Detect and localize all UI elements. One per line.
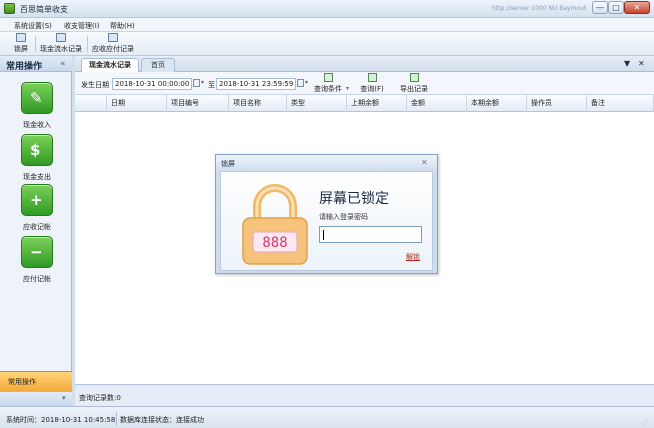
cash-flow-record-label: 现金流水记录	[40, 45, 82, 53]
lock-digits: 888	[262, 235, 287, 251]
column-header[interactable]: 日期	[107, 95, 167, 112]
padlock-icon: 888	[242, 184, 308, 265]
menu-bar: 系统设置(S) 收支管理(I) 帮助(H)	[0, 18, 654, 32]
dialog-body: 888 屏幕已锁定 请输入登录密码 解锁	[220, 171, 433, 271]
password-prompt: 请输入登录密码	[319, 213, 368, 221]
sidebar-section-common-ops[interactable]: 常用操作	[0, 371, 72, 391]
column-header[interactable]: 类型	[287, 95, 347, 112]
sidebar-item-cash-income[interactable]: ✎ 现金收入	[10, 82, 64, 130]
menu-system-settings[interactable]: 系统设置(S)	[14, 21, 52, 31]
db-connection-status: 数据库连接状态：连接成功	[120, 416, 204, 424]
password-input[interactable]	[319, 226, 422, 243]
sidebar-item-label: 应付记帐	[23, 275, 51, 283]
column-header[interactable]: 金额	[407, 95, 467, 112]
window-title-extra: http://server:1000 NU Baymout	[492, 5, 587, 12]
export-button[interactable]: 导出记录	[397, 73, 431, 95]
query-icon	[367, 73, 377, 82]
lock-heading: 屏幕已锁定	[319, 191, 389, 207]
sidebar-item-receivable[interactable]: + 应收记帐	[10, 184, 64, 232]
status-divider	[116, 412, 117, 425]
app-icon	[4, 3, 15, 14]
column-header[interactable]: 本期余额	[467, 95, 527, 112]
export-label: 导出记录	[400, 85, 428, 93]
sidebar-section-label: 常用操作	[8, 378, 36, 386]
query-conditions-button[interactable]: 查询条件	[311, 73, 345, 95]
title-bar: 百思简单收支 http://server:1000 NU Baymout — □…	[0, 0, 654, 18]
filter-bar: 发生日期 2018-10-31 00:00:00 ▾ 至 2018-10-31 …	[75, 72, 654, 95]
cash-flow-record-button[interactable]: 现金流水记录	[38, 33, 84, 55]
column-header[interactable]: 项目编号	[167, 95, 229, 112]
text-caret	[323, 230, 324, 240]
lock-screen-dialog: 锁屏 ✕ 888 屏幕已锁定 请输入登录密码 解锁	[215, 154, 438, 274]
export-icon	[409, 73, 419, 82]
chevron-down-icon[interactable]: ▾	[201, 79, 204, 86]
column-header[interactable]: 操作员	[527, 95, 587, 112]
column-header[interactable]: 备注	[587, 95, 654, 112]
minimize-button[interactable]: —	[592, 1, 608, 14]
column-header[interactable]: 上期余额	[347, 95, 407, 112]
lock-screen-button[interactable]: 锁屏	[10, 33, 32, 55]
menu-help[interactable]: 帮助(H)	[110, 21, 135, 31]
cash-flow-icon	[56, 33, 66, 42]
sidebar-footer: ▾	[0, 391, 72, 406]
system-time: 系统时间：2018-10-31 10:45:58	[6, 416, 116, 424]
unlock-link[interactable]: 解锁	[406, 252, 420, 262]
date-from-label: 发生日期	[81, 81, 109, 89]
cash-expense-icon: $	[21, 134, 53, 166]
tab-cash-flow-record[interactable]: 现金流水记录	[81, 58, 139, 72]
window-title: 百思简单收支	[20, 5, 68, 14]
lock-icon	[16, 33, 26, 42]
sidebar-item-payable[interactable]: − 应付记帐	[10, 236, 64, 284]
sidebar-item-cash-expense[interactable]: $ 现金支出	[10, 134, 64, 182]
sidebar-item-label: 现金收入	[23, 121, 51, 129]
toolbar-divider	[87, 36, 88, 52]
record-count: 查询记录数:0	[79, 394, 121, 402]
toolbar: 锁屏 现金流水记录 应收应付记录	[0, 32, 654, 56]
close-button[interactable]: ✕	[624, 1, 650, 14]
chevron-down-icon[interactable]: ▾	[346, 85, 349, 92]
query-conditions-label: 查询条件	[314, 85, 342, 93]
query-conditions-icon	[323, 73, 333, 82]
receivable-payable-record-button[interactable]: 应收应付记录	[90, 33, 136, 55]
calendar-icon[interactable]	[297, 79, 304, 87]
summary-bar: 查询记录数:0	[75, 384, 654, 406]
sidebar: 常用操作 « ✎ 现金收入 $ 现金支出 + 应收记帐 − 应付记帐 常用操作 …	[0, 56, 72, 406]
status-bar: 系统时间：2018-10-31 10:45:58 数据库连接状态：连接成功 ⋰	[0, 406, 654, 428]
payable-icon: −	[21, 236, 53, 268]
menu-income-expense[interactable]: 收支管理(I)	[64, 21, 100, 31]
resize-grip-icon[interactable]: ⋰	[642, 419, 648, 426]
sidebar-item-label: 现金支出	[23, 173, 51, 181]
dialog-title: 锁屏	[221, 160, 235, 168]
receivable-payable-icon	[108, 33, 118, 42]
chevron-down-icon[interactable]: ▾	[305, 79, 308, 86]
query-label: 查询(F)	[360, 85, 384, 93]
lock-screen-label: 锁屏	[14, 45, 28, 53]
query-button[interactable]: 查询(F)	[357, 73, 387, 95]
sidebar-collapse-icon[interactable]: «	[60, 59, 66, 69]
column-header[interactable]: 项目名称	[229, 95, 287, 112]
maximize-button[interactable]: □	[608, 1, 624, 14]
tab-strip: 现金流水记录 首页 ▼ ✕	[75, 56, 654, 72]
sidebar-title: 常用操作	[6, 62, 43, 72]
tab-home[interactable]: 首页	[141, 58, 175, 72]
chevron-down-icon[interactable]: ▾	[62, 394, 66, 402]
tab-close-icon[interactable]: ✕	[638, 59, 645, 68]
close-icon[interactable]: ✕	[421, 158, 428, 167]
dialog-title-bar: 锁屏 ✕	[216, 155, 437, 171]
toolbar-divider	[35, 36, 36, 52]
grid-header: 日期 项目编号 项目名称 类型 上期余额 金额 本期余额 操作员 备注	[75, 95, 654, 112]
row-indicator-header	[75, 95, 107, 112]
receivable-icon: +	[21, 184, 53, 216]
sidebar-item-label: 应收记帐	[23, 223, 51, 231]
cash-income-icon: ✎	[21, 82, 53, 114]
date-to-input[interactable]: 2018-10-31 23:59:59	[216, 78, 296, 90]
date-to-label: 至	[208, 81, 215, 89]
tab-list-dropdown-icon[interactable]: ▼	[624, 59, 630, 68]
receivable-payable-record-label: 应收应付记录	[92, 45, 134, 53]
date-from-input[interactable]: 2018-10-31 00:00:00	[112, 78, 192, 90]
sidebar-header: 常用操作 «	[0, 56, 72, 72]
calendar-icon[interactable]	[193, 79, 200, 87]
